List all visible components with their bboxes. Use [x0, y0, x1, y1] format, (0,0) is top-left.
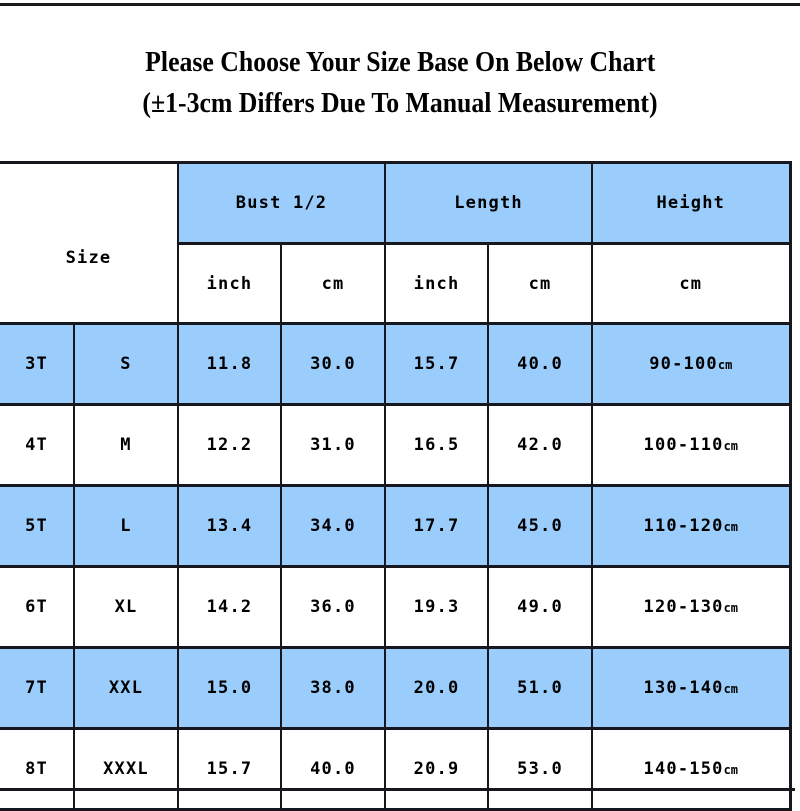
size-chart-table: Size Bust 1/2 Length Height inch cm inch… — [0, 161, 792, 811]
cell-length-cm: 53.0 — [487, 727, 594, 811]
title-line-2: (±1-3cm Differs Due To Manual Measuremen… — [142, 87, 658, 119]
cell-height-value: 110-120 — [643, 516, 724, 536]
header-group-height: Height — [591, 161, 792, 245]
cell-age: 5T — [0, 484, 75, 568]
table-row: 4T M 12.2 31.0 16.5 42.0 100-110cm — [0, 403, 792, 487]
cell-bust-cm: 36.0 — [279, 565, 387, 649]
cell-age: 4T — [0, 403, 75, 487]
table-row: 7T XXL 15.0 38.0 20.0 51.0 130-140cm — [0, 646, 792, 730]
cell-height-unit: cm — [717, 358, 733, 372]
cell-height: 130-140cm — [591, 646, 792, 730]
cell-length-inch: 15.7 — [384, 322, 490, 406]
cell-bust-inch: 11.8 — [177, 322, 282, 406]
header-unit-length-inch: inch — [384, 242, 490, 325]
cell-height-value: 140-150 — [643, 759, 724, 779]
cell-length-inch: 20.9 — [384, 727, 490, 811]
header-unit-length-cm: cm — [487, 242, 594, 325]
header-size-label: Size — [65, 248, 112, 268]
cell-height-unit: cm — [723, 601, 739, 615]
cell-bust-cm: 38.0 — [279, 646, 387, 730]
chart-title-block: Please Choose Your Size Base On Below Ch… — [0, 3, 800, 161]
cell-height-value: 90-100 — [649, 354, 718, 374]
cell-length-cm: 45.0 — [487, 484, 594, 568]
header-group-bust: Bust 1/2 — [176, 161, 387, 245]
cell-height-value: 130-140 — [643, 678, 724, 698]
header-row-groups: Size Bust 1/2 Length Height — [0, 161, 792, 325]
cell-letter: L — [73, 484, 179, 568]
table-row: 6T XL 14.2 36.0 19.3 49.0 120-130cm — [0, 565, 792, 649]
cell-letter: XXXL — [73, 727, 179, 811]
cell-height: 90-100cm — [591, 322, 792, 406]
cell-height-unit: cm — [723, 439, 739, 453]
title-line-1: Please Choose Your Size Base On Below Ch… — [144, 46, 656, 78]
cell-letter: XL — [73, 565, 179, 649]
cell-bust-cm: 40.0 — [279, 727, 387, 811]
cell-height: 110-120cm — [591, 484, 792, 568]
header-unit-bust-inch: inch — [178, 242, 282, 325]
header-unit-bust-cm: cm — [279, 242, 387, 325]
cell-bust-inch: 15.7 — [177, 727, 282, 811]
header-unit-height-cm: cm — [591, 242, 792, 325]
cell-bust-inch: 12.2 — [177, 403, 282, 487]
cell-age: 7T — [0, 646, 75, 730]
cell-bust-inch: 13.4 — [177, 484, 282, 568]
header-size: Size — [0, 161, 179, 325]
cell-height-unit: cm — [723, 763, 739, 777]
cell-length-cm: 49.0 — [487, 565, 594, 649]
cell-height-value: 100-110 — [643, 435, 724, 455]
size-chart-page: Please Choose Your Size Base On Below Ch… — [0, 0, 800, 811]
cell-age: 3T — [0, 322, 75, 406]
cell-letter: M — [73, 403, 179, 487]
cell-letter: XXL — [73, 646, 179, 730]
table-bottom-rule — [0, 788, 795, 791]
table-row: 8T XXXL 15.7 40.0 20.9 53.0 140-150cm — [0, 727, 792, 811]
cell-bust-cm: 34.0 — [279, 484, 387, 568]
cell-length-inch: 16.5 — [384, 403, 490, 487]
cell-bust-inch: 15.0 — [177, 646, 282, 730]
cell-length-cm: 40.0 — [487, 322, 594, 406]
cell-height: 140-150cm — [591, 727, 792, 811]
cell-height: 120-130cm — [591, 565, 792, 649]
cell-bust-cm: 31.0 — [279, 403, 387, 487]
cell-height: 100-110cm — [591, 403, 792, 487]
cell-height-unit: cm — [723, 520, 739, 534]
cell-length-inch: 17.7 — [384, 484, 490, 568]
table-row: 3T S 11.8 30.0 15.7 40.0 90-100cm — [0, 322, 792, 406]
cell-length-inch: 20.0 — [384, 646, 490, 730]
cell-bust-inch: 14.2 — [177, 565, 282, 649]
size-chart-table-wrapper: Size Bust 1/2 Length Height inch cm inch… — [0, 161, 800, 811]
cell-age: 8T — [0, 727, 75, 811]
cell-length-cm: 42.0 — [487, 403, 594, 487]
header-group-length: Length — [384, 161, 594, 245]
cell-length-inch: 19.3 — [384, 565, 490, 649]
cell-bust-cm: 30.0 — [279, 322, 387, 406]
cell-height-value: 120-130 — [643, 597, 724, 617]
cell-length-cm: 51.0 — [487, 646, 594, 730]
table-row: 5T L 13.4 34.0 17.7 45.0 110-120cm — [0, 484, 792, 568]
cell-letter: S — [73, 322, 179, 406]
cell-height-unit: cm — [723, 682, 739, 696]
cell-age: 6T — [0, 565, 75, 649]
